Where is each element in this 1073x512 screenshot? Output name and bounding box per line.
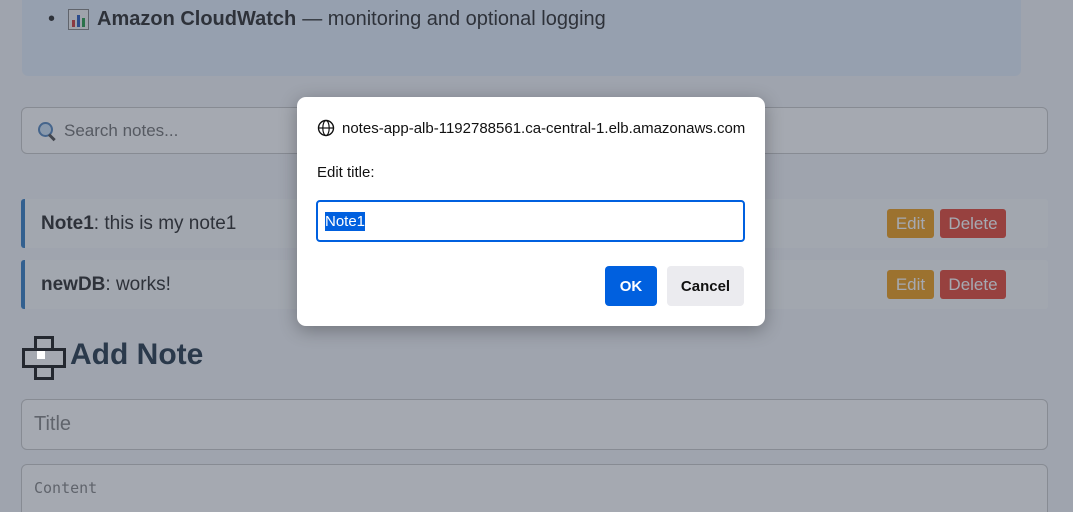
ok-button[interactable]: OK (605, 266, 657, 306)
cancel-button[interactable]: Cancel (667, 266, 744, 306)
globe-icon (317, 119, 335, 137)
dialog-origin-text: notes-app-alb-1192788561.ca-central-1.el… (342, 119, 746, 137)
notes-app-page: • Amazon CloudWatch — monitoring and opt… (0, 0, 1073, 512)
dialog-message: Edit title: (317, 164, 375, 181)
dialog-title-input[interactable]: Note1 (316, 200, 745, 242)
edit-title-dialog: notes-app-alb-1192788561.ca-central-1.el… (297, 97, 765, 326)
dialog-origin: notes-app-alb-1192788561.ca-central-1.el… (317, 119, 745, 137)
dialog-input-value: Note1 (325, 211, 366, 231)
